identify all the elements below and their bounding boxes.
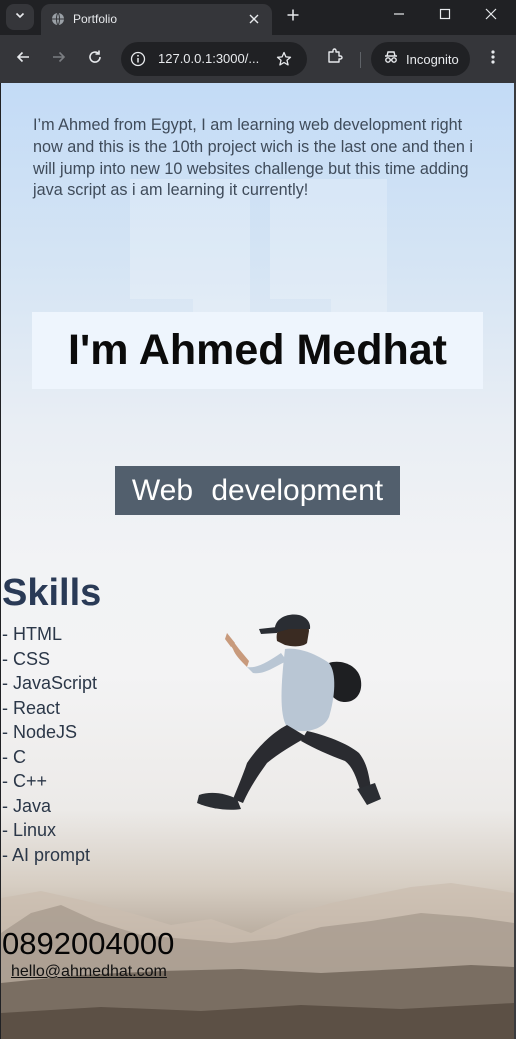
forward-button[interactable]: [47, 47, 71, 71]
skill-item: - JavaScript: [2, 673, 98, 693]
skill-item: - React: [2, 697, 61, 718]
email-link[interactable]: hello@ahmedhat.com: [11, 963, 167, 981]
skills-heading: Skills: [2, 572, 102, 614]
tab-strip: Portfolio: [0, 0, 516, 35]
skill-item: - HTML: [2, 624, 62, 644]
hero-name-heading: I'm Ahmed Medhat: [68, 326, 447, 374]
back-button[interactable]: [11, 47, 35, 71]
phone-number: 0892004000: [2, 926, 175, 961]
globe-icon: [51, 12, 65, 26]
skill-item: - AI prompt: [2, 844, 91, 865]
skills-list: - HTML - CSS - JavaScript - React - Node…: [2, 622, 97, 867]
url-text: 127.0.0.1:3000/...: [158, 51, 260, 66]
incognito-icon: [383, 49, 399, 70]
skill-item: - C: [2, 746, 26, 767]
tab-title: Portfolio: [73, 12, 118, 26]
puzzle-icon: [326, 47, 344, 70]
close-window-button[interactable]: [477, 4, 505, 28]
reload-button[interactable]: [83, 47, 107, 71]
jumping-man-image: [197, 614, 381, 810]
role-banner: Web development: [115, 466, 400, 515]
page-viewport[interactable]: I’m Ahmed from Egypt, I am learning web …: [1, 83, 514, 1039]
intro-paragraph: I’m Ahmed from Egypt, I am learning web …: [33, 116, 474, 200]
close-tab-icon[interactable]: [246, 11, 262, 27]
browser-tab-portfolio[interactable]: Portfolio: [41, 4, 272, 35]
maximize-icon: [439, 7, 451, 25]
kebab-menu-icon: [491, 49, 495, 70]
site-info-icon[interactable]: [129, 50, 147, 68]
skill-item: - Linux: [2, 820, 57, 840]
skill-item: - C++: [2, 771, 48, 791]
skill-item: - CSS: [2, 648, 51, 669]
plus-icon: [287, 8, 299, 26]
skill-item: - Java: [2, 795, 52, 816]
bookmark-star-icon[interactable]: [275, 50, 293, 68]
reload-icon: [87, 49, 103, 70]
extensions-button[interactable]: [324, 47, 346, 69]
incognito-indicator[interactable]: Incognito: [371, 42, 470, 76]
address-bar[interactable]: 127.0.0.1:3000/...: [121, 42, 307, 76]
minimize-button[interactable]: [385, 4, 413, 28]
incognito-label: Incognito: [406, 51, 459, 67]
role-text: Web development: [131, 473, 384, 507]
maximize-button[interactable]: [431, 4, 459, 28]
toolbar-divider: [360, 52, 361, 68]
new-tab-button[interactable]: [282, 6, 304, 28]
name-banner: I'm Ahmed Medhat: [32, 312, 483, 389]
browser-toolbar: 127.0.0.1:3000/... Incognito: [0, 35, 516, 83]
chevron-down-icon: [14, 8, 26, 26]
arrow-right-icon: [51, 49, 67, 70]
minimize-icon: [393, 7, 405, 25]
browser-menu-button[interactable]: [482, 47, 504, 71]
skill-item: - NodeJS: [2, 722, 78, 742]
tab-search-button[interactable]: [6, 4, 34, 30]
close-icon: [485, 7, 497, 25]
arrow-left-icon: [15, 49, 31, 70]
